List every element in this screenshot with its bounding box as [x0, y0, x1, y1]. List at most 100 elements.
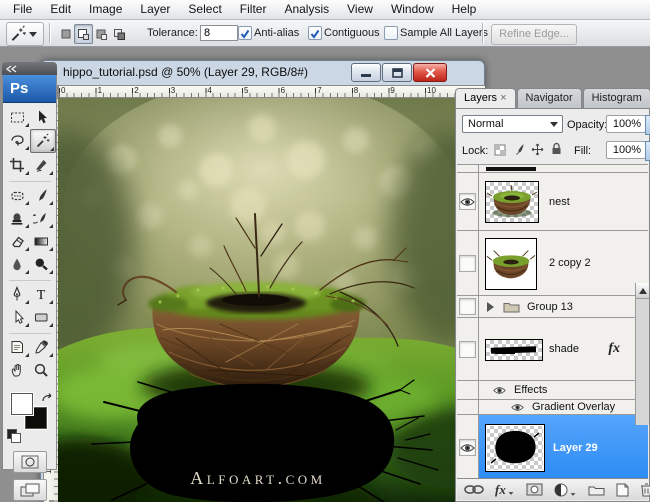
- layers-scrollbar[interactable]: [635, 283, 649, 425]
- tab-histogram[interactable]: Histogram: [582, 88, 650, 109]
- tool-preset-picker[interactable]: [6, 22, 44, 46]
- hand-tool[interactable]: [6, 359, 30, 381]
- eye-icon[interactable]: [511, 403, 524, 412]
- opacity-dropdown-sliver[interactable]: [645, 115, 650, 135]
- foreground-color-swatch[interactable]: [11, 393, 33, 415]
- menu-layer[interactable]: Layer: [131, 0, 179, 19]
- screen-mode-button[interactable]: [12, 479, 47, 501]
- patch-tool[interactable]: [6, 184, 30, 206]
- tab-layers[interactable]: Layers ×: [455, 88, 516, 110]
- menu-window[interactable]: Window: [382, 0, 443, 19]
- new-group-button[interactable]: [588, 484, 605, 496]
- contiguous-checkbox[interactable]: [308, 26, 322, 40]
- menu-analysis[interactable]: Analysis: [275, 0, 338, 19]
- eyedropper-tool[interactable]: [30, 336, 54, 358]
- crop-tool[interactable]: [6, 154, 30, 176]
- layer-name[interactable]: 2 copy 2: [549, 257, 591, 269]
- minimize-button[interactable]: [351, 63, 381, 82]
- palette-header[interactable]: [2, 62, 57, 75]
- opacity-field[interactable]: 100%: [606, 115, 646, 133]
- layer-thumbnail[interactable]: [485, 424, 545, 472]
- type-tool[interactable]: T: [30, 283, 54, 305]
- fill-field[interactable]: 100%: [606, 141, 646, 159]
- canvas[interactable]: Alfoart.com: [0, 78, 510, 502]
- layer-thumbnail[interactable]: [485, 181, 539, 223]
- brush-tool[interactable]: [30, 184, 54, 206]
- clone-stamp-tool[interactable]: [6, 207, 30, 229]
- layer-name[interactable]: Group 13: [527, 301, 573, 313]
- menu-view[interactable]: View: [338, 0, 382, 19]
- menu-select[interactable]: Select: [179, 0, 230, 19]
- lock-transparency-button[interactable]: [492, 142, 507, 157]
- slice-tool[interactable]: [30, 154, 54, 176]
- visibility-toggle[interactable]: [457, 318, 479, 380]
- layer-style-button[interactable]: fx: [495, 483, 515, 496]
- adjustment-layer-button[interactable]: [554, 483, 577, 497]
- menu-filter[interactable]: Filter: [231, 0, 276, 19]
- effects-label[interactable]: Effects: [514, 384, 547, 396]
- selection-mode-add-button[interactable]: [74, 24, 93, 44]
- visibility-toggle[interactable]: [457, 173, 479, 230]
- layer-row-layer-29[interactable]: Layer 29: [457, 415, 648, 481]
- add-layer-mask-button[interactable]: [526, 483, 543, 496]
- burn-tool[interactable]: [30, 253, 54, 275]
- layer-name[interactable]: shade: [549, 343, 579, 355]
- layer-thumbnail[interactable]: [485, 238, 537, 290]
- selection-mode-subtract-button[interactable]: [92, 24, 111, 44]
- fill-dropdown-sliver[interactable]: [645, 141, 650, 161]
- zoom-tool[interactable]: [30, 359, 54, 381]
- anti-alias-checkbox[interactable]: [238, 26, 252, 40]
- delete-layer-button[interactable]: [640, 482, 650, 497]
- selection-mode-new-button[interactable]: [56, 24, 75, 44]
- layer-row-2-copy-2[interactable]: 2 copy 2: [457, 231, 648, 296]
- visibility-cell[interactable]: [457, 165, 479, 172]
- quick-mask-button[interactable]: [12, 451, 47, 473]
- link-layers-button[interactable]: [464, 484, 484, 495]
- new-layer-button[interactable]: [616, 483, 629, 497]
- expand-group-icon[interactable]: [487, 302, 494, 312]
- lasso-tool[interactable]: [6, 129, 30, 151]
- layer-row-nest[interactable]: nest: [457, 173, 648, 231]
- scroll-up-button[interactable]: [636, 283, 649, 299]
- layer-row-gradient-overlay[interactable]: Gradient Overlay: [457, 400, 648, 415]
- lock-pixels-button[interactable]: [511, 142, 526, 157]
- refine-edge-button[interactable]: Refine Edge...: [491, 24, 577, 45]
- blur-tool[interactable]: [6, 253, 30, 275]
- swap-colors-icon[interactable]: [41, 392, 54, 404]
- visibility-cell[interactable]: [457, 381, 479, 399]
- layer-row-shade[interactable]: shade fx: [457, 318, 648, 381]
- menu-file[interactable]: File: [4, 0, 41, 19]
- pen-tool[interactable]: [6, 283, 30, 305]
- visibility-toggle[interactable]: [457, 296, 479, 317]
- gradient-tool[interactable]: [30, 230, 54, 252]
- close-button[interactable]: [413, 63, 447, 82]
- layer-row-effects[interactable]: Effects: [457, 381, 648, 400]
- document-window[interactable]: hippo_tutorial.psd @ 50% (Layer 29, RGB/…: [0, 60, 510, 502]
- tab-close-icon[interactable]: ×: [500, 92, 506, 104]
- eraser-tool[interactable]: [6, 230, 30, 252]
- history-brush-tool[interactable]: [30, 207, 54, 229]
- fx-badge[interactable]: fx: [608, 341, 620, 357]
- layer-row-group-13[interactable]: Group 13: [457, 296, 648, 318]
- notes-tool[interactable]: [6, 336, 30, 358]
- tolerance-input[interactable]: [200, 25, 238, 41]
- restore-button[interactable]: [382, 63, 412, 82]
- path-selection-tool[interactable]: [6, 306, 30, 328]
- tab-navigator[interactable]: Navigator: [516, 88, 582, 109]
- layer-name[interactable]: Layer 29: [553, 442, 598, 454]
- layer-row-partial[interactable]: [457, 165, 648, 173]
- visibility-toggle[interactable]: [457, 231, 479, 295]
- lock-position-button[interactable]: [530, 142, 545, 157]
- visibility-toggle[interactable]: [457, 415, 479, 480]
- effect-name[interactable]: Gradient Overlay: [532, 401, 615, 413]
- menu-help[interactable]: Help: [443, 0, 486, 19]
- shape-tool[interactable]: [30, 306, 54, 328]
- menu-edit[interactable]: Edit: [41, 0, 80, 19]
- horizontal-ruler[interactable]: 0 1 2 3 4 5 6 7 8 9 10: [58, 85, 485, 98]
- menu-image[interactable]: Image: [80, 0, 131, 19]
- sample-all-layers-checkbox[interactable]: [384, 26, 398, 40]
- move-tool[interactable]: [30, 106, 54, 128]
- eye-icon[interactable]: [493, 386, 506, 395]
- magic-wand-tool[interactable]: [29, 129, 56, 153]
- selection-mode-intersect-button[interactable]: [110, 24, 129, 44]
